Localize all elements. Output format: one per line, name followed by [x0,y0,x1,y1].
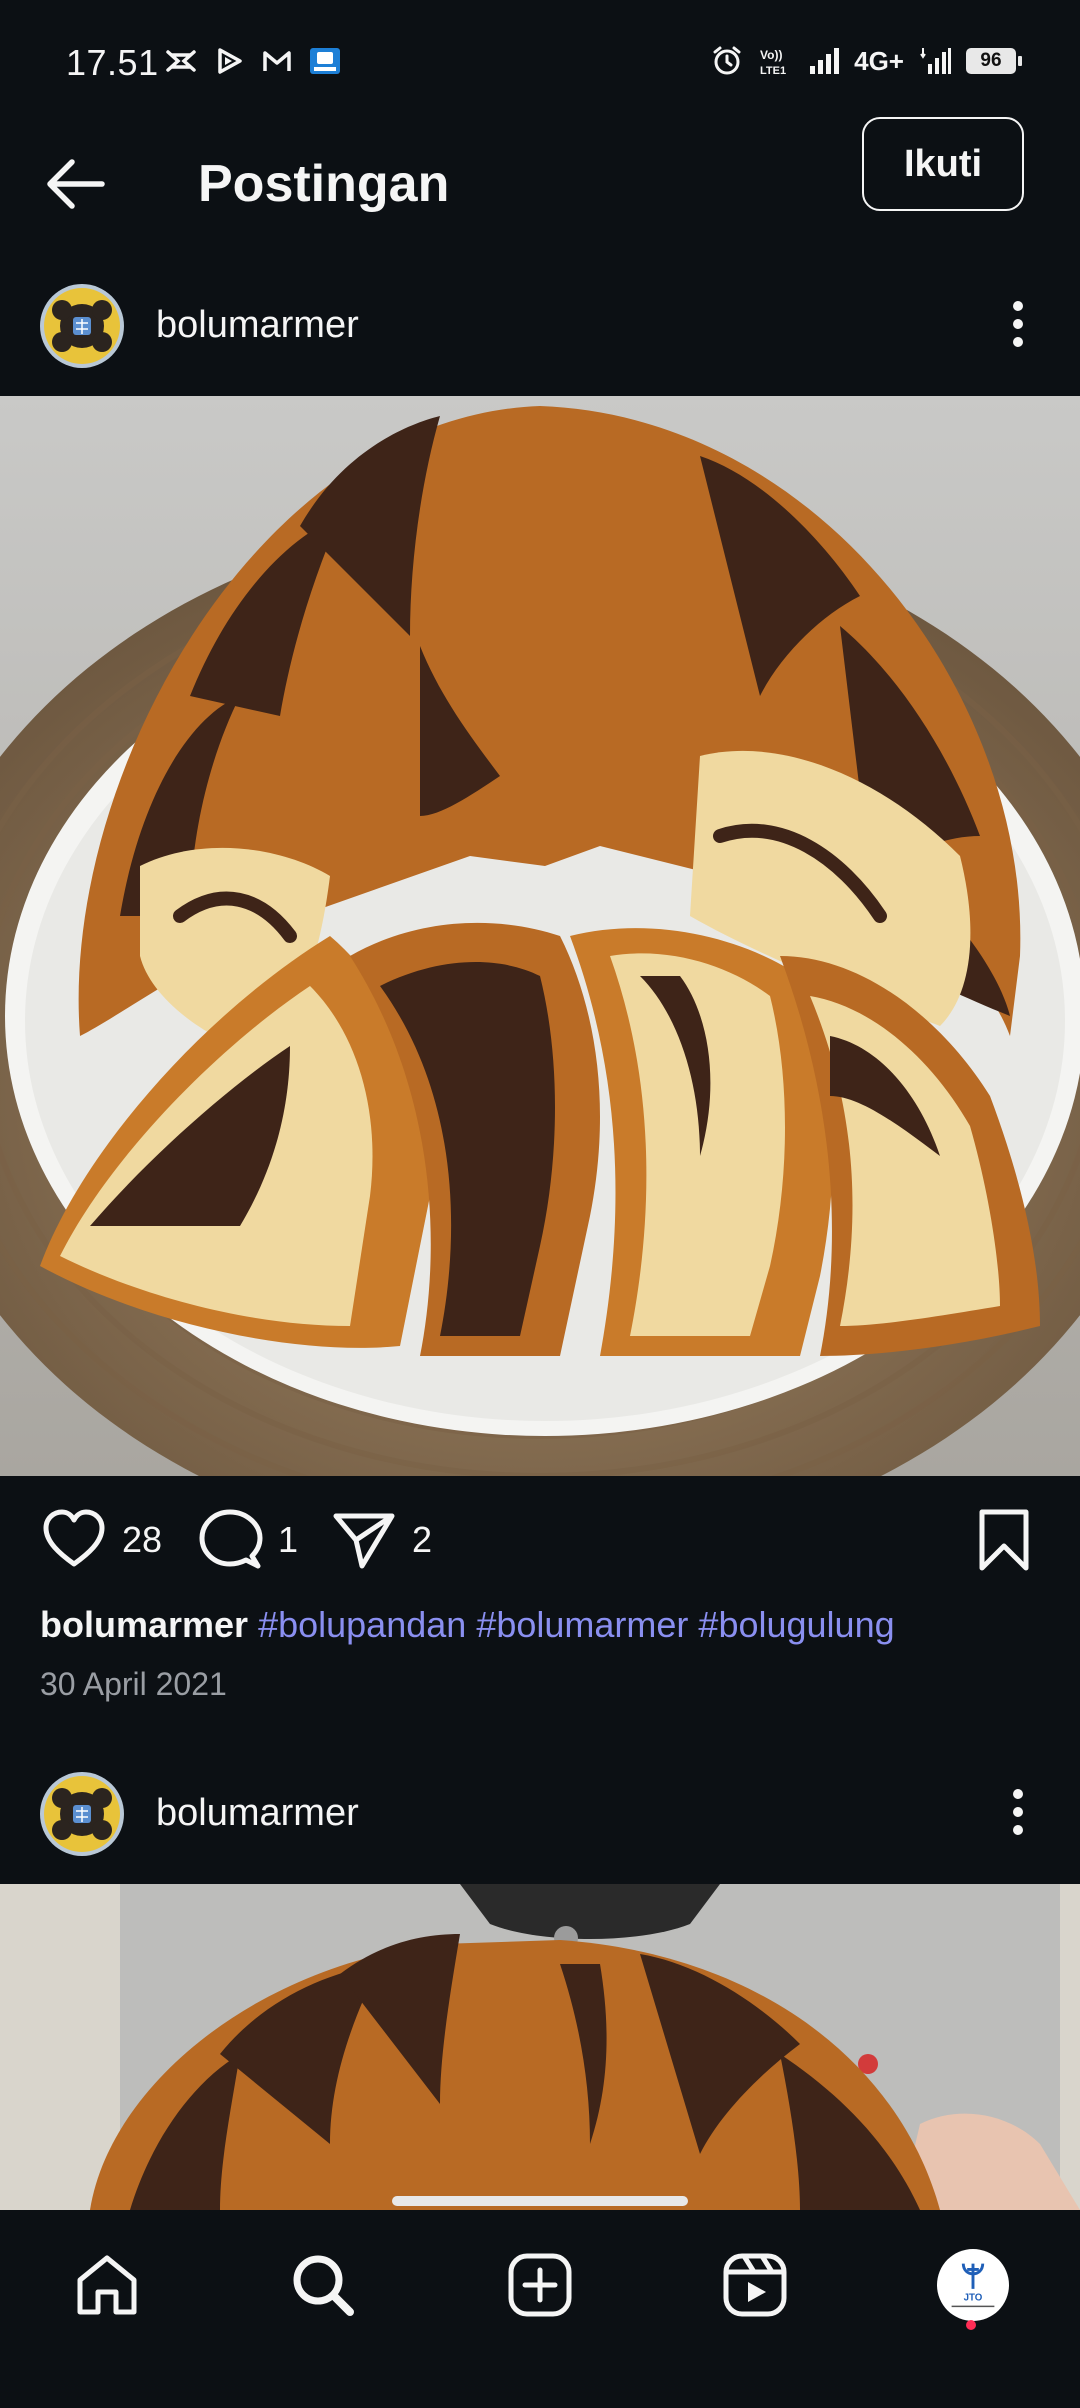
comment-icon [199,1509,263,1569]
network-type: 4G+ [854,45,904,76]
comment-count: 1 [278,1519,299,1560]
avatar[interactable] [40,284,124,368]
svg-text:LTE1: LTE1 [760,65,786,77]
home-indicator[interactable] [392,2196,688,2206]
post-header: bolumarmer [0,1758,1080,1868]
search-icon [293,2255,354,2316]
bookmark-icon [979,1509,1029,1571]
arrow-left-icon [47,159,105,209]
nav-reels[interactable] [710,2240,800,2330]
create-icon [508,2253,572,2317]
nav-profile[interactable]: JTO [928,2240,1018,2330]
nav-search[interactable] [278,2240,368,2330]
battery-indicator: 96 [966,48,1022,74]
nav-create[interactable] [495,2240,585,2330]
capcut-icon [164,44,198,78]
status-system-icons: Vo)) LTE1 4G+ 96 [710,44,1022,78]
send-icon [333,1513,395,1569]
more-options-button[interactable] [990,1780,1046,1844]
post-username[interactable]: bolumarmer [156,300,359,350]
more-vertical-icon [1013,301,1023,347]
status-time: 17.51 [66,42,159,83]
follow-button[interactable]: Ikuti [862,117,1024,211]
status-notification-icons [164,44,342,78]
hashtag[interactable]: #bolumarmer [476,1604,688,1645]
hashtag[interactable]: #bolugulung [698,1604,894,1645]
hashtag[interactable]: #bolupandan [258,1604,466,1645]
signal-2-icon [918,44,952,78]
share-button[interactable]: 2 [330,1506,432,1574]
post-date: 30 April 2021 [40,1666,227,1702]
post-username[interactable]: bolumarmer [156,1788,359,1838]
alarm-icon [710,44,744,78]
signal-icon [806,44,840,78]
svg-text:Vo)): Vo)) [760,48,782,62]
profile-avatar-text: JTO [964,2293,983,2304]
like-count: 28 [122,1519,163,1560]
gmail-icon [260,44,294,78]
share-count: 2 [412,1519,433,1560]
comment-button[interactable]: 1 [196,1506,298,1574]
post-image[interactable] [0,396,1080,1476]
page-title: Postingan [198,155,450,213]
post-header: bolumarmer [0,270,1080,380]
avatar[interactable] [40,1772,124,1856]
save-button[interactable] [970,1506,1038,1574]
status-bar: 17.51 Vo)) LTE1 4G+ 96 [0,0,1080,120]
profile-avatar: JTO [937,2249,1009,2321]
more-vertical-icon [1013,1789,1023,1835]
post-actions: 28 1 2 [0,1498,1080,1584]
back-button[interactable] [40,148,112,220]
post-caption: bolumarmer #bolupandan #bolumarmer #bolu… [40,1600,895,1650]
nav-home[interactable] [62,2240,152,2330]
home-icon [77,2255,137,2315]
volte-icon: Vo)) LTE1 [758,44,792,78]
bottom-navigation: JTO [0,2210,1080,2408]
app-notification-icon [308,44,342,78]
heart-icon [43,1509,105,1567]
reels-icon [723,2253,787,2317]
notification-dot [966,2320,976,2330]
post-image[interactable] [0,1884,1080,2210]
caption-username[interactable]: bolumarmer [40,1604,248,1645]
more-options-button[interactable] [990,292,1046,356]
play-icon [212,44,246,78]
like-button[interactable]: 28 [40,1506,162,1574]
